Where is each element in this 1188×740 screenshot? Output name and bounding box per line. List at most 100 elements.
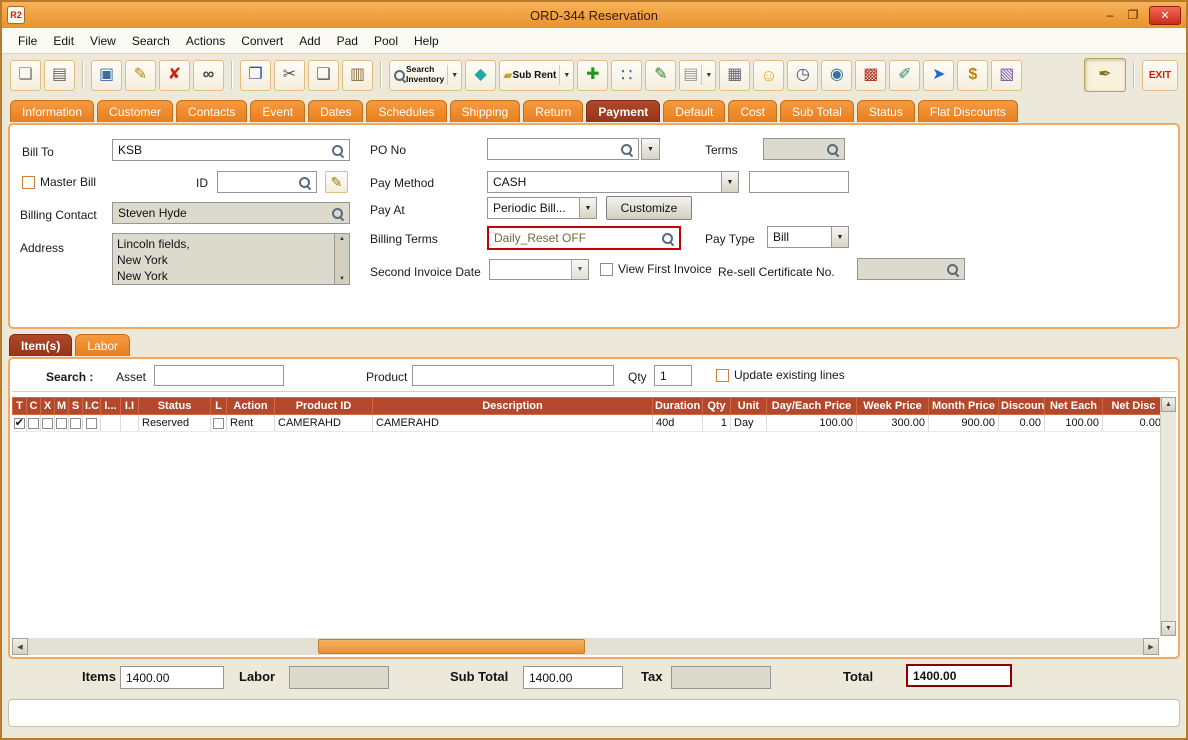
minimize-button[interactable]: – [1103,9,1117,21]
col-ic[interactable]: I.C [83,398,101,415]
shapes-button[interactable]: ◆ [465,60,496,91]
view-first-invoice-checkbox[interactable] [600,263,613,276]
search-inventory-button[interactable]: SearchInventory ▼ [389,60,462,91]
pay-type-dropdown-icon[interactable]: ▼ [831,227,848,247]
address-box[interactable]: Lincoln fields, New York New York ▲ ▼ [112,233,350,285]
col-l[interactable]: L [211,398,227,415]
cell-x[interactable] [41,415,55,432]
master-bill-checkbox[interactable] [22,176,35,189]
cell-day-each-price[interactable]: 100.00 [767,415,857,432]
address-scrollbar[interactable]: ▲ ▼ [334,234,349,284]
edit-id-button[interactable]: ✎ [325,171,348,193]
scroll-left-button[interactable]: ◀ [12,638,28,655]
cell-s[interactable] [69,415,83,432]
paste-button[interactable]: ▥ [342,60,373,91]
menu-item-help[interactable]: Help [406,30,447,52]
tab-cost[interactable]: Cost [728,100,777,122]
col-qty[interactable]: Qty [703,398,731,415]
row-c-checkbox[interactable] [28,418,39,429]
second-invoice-date-combo[interactable]: ▼ [489,259,589,280]
row-s-checkbox[interactable] [70,418,81,429]
transfer-button[interactable]: ❐ [240,60,271,91]
billing-contact-field[interactable]: Steven Hyde [112,202,350,224]
row-l-checkbox[interactable] [213,418,224,429]
pay-type-combo[interactable]: Bill ▼ [767,226,849,248]
cell-unit[interactable]: Day [731,415,767,432]
tab-default[interactable]: Default [663,100,725,122]
bill-to-search-icon[interactable] [331,144,344,157]
col-m[interactable]: M [55,398,69,415]
vertical-scrollbar[interactable]: ▲ ▼ [1160,397,1176,636]
tab-items[interactable]: Item(s) [9,334,72,356]
cell-l[interactable] [211,415,227,432]
fax-button[interactable]: ▦ [719,60,750,91]
horizontal-scrollbar[interactable]: ◀ ▶ [12,638,1159,655]
save-button[interactable]: ▣ [91,60,122,91]
po-no-dropdown-button[interactable]: ▼ [641,138,660,160]
scroll-up-icon[interactable]: ▲ [339,236,345,242]
col-discount[interactable]: Discount [999,398,1045,415]
id-search-icon[interactable] [298,176,311,189]
menu-item-pool[interactable]: Pool [366,30,406,52]
customize-button[interactable]: Customize [606,196,692,220]
pay-method-dropdown-icon[interactable]: ▼ [721,172,738,192]
resell-certificate-search-icon[interactable] [946,263,959,276]
pay-method-combo[interactable]: CASH ▼ [487,171,739,193]
table-row[interactable]: Reserved Rent CAMERAHD CAMERAHD 40d 1 Da… [13,415,1165,432]
smiley-button[interactable]: ☺ [753,60,784,91]
copy-button[interactable]: ❑ [308,60,339,91]
print-button[interactable]: ▤ [44,60,75,91]
sub-rent-dropdown-icon[interactable]: ▼ [559,65,570,85]
cell-c[interactable] [27,415,41,432]
paint-brush-button[interactable]: ✒ [1084,58,1126,92]
menu-item-search[interactable]: Search [124,30,178,52]
utilities-button[interactable]: ▩ [855,60,886,91]
sync-key-button[interactable]: ➤ [923,60,954,91]
cell-month-price[interactable]: 900.00 [929,415,999,432]
apps-button[interactable]: ▧ [991,60,1022,91]
tab-labor[interactable]: Labor [75,334,130,356]
cell-action[interactable]: Rent [227,415,275,432]
col-x[interactable]: X [41,398,55,415]
cell-net-disc[interactable]: 0.00 [1103,415,1165,432]
cell-product-id[interactable]: CAMERAHD [275,415,373,432]
scroll-right-button[interactable]: ▶ [1143,638,1159,655]
menu-item-convert[interactable]: Convert [233,30,291,52]
row-m-checkbox[interactable] [56,418,67,429]
scroll-down-icon[interactable]: ▼ [339,276,345,282]
edit-button[interactable]: ✎ [125,60,156,91]
schedule-button[interactable]: ◷ [787,60,818,91]
qty-input[interactable]: 1 [654,365,692,386]
terms-search-icon[interactable] [826,143,839,156]
menu-item-actions[interactable]: Actions [178,30,233,52]
menu-item-file[interactable]: File [10,30,45,52]
disc-button[interactable]: ◉ [821,60,852,91]
col-t[interactable]: T [13,398,27,415]
tab-information[interactable]: Information [10,100,94,122]
billing-contact-search-icon[interactable] [331,207,344,220]
col-c[interactable]: C [27,398,41,415]
maximize-button[interactable]: ❐ [1126,9,1140,21]
pay-method-reference-field[interactable] [749,171,849,193]
col-net-disc[interactable]: Net Disc [1103,398,1165,415]
col-action[interactable]: Action [227,398,275,415]
pads-button[interactable]: ▤▼ [679,60,716,91]
col-unit[interactable]: Unit [731,398,767,415]
search-inventory-dropdown-icon[interactable]: ▼ [447,65,458,85]
scrollbar-thumb[interactable] [318,639,586,654]
find-button[interactable]: ∞ [193,60,224,91]
col-ii[interactable]: I.I [121,398,139,415]
cell-qty[interactable]: 1 [703,415,731,432]
tab-return[interactable]: Return [523,100,583,122]
cell-description[interactable]: CAMERAHD [373,415,653,432]
finance-button[interactable]: $ [957,60,988,91]
sub-rent-button[interactable]: ▰ Sub Rent ▼ [499,60,574,91]
cell-status[interactable]: Reserved [139,415,211,432]
col-month-price[interactable]: Month Price [929,398,999,415]
close-button[interactable]: ✕ [1149,6,1181,25]
new-document-button[interactable]: ❏ [10,60,41,91]
cell-week-price[interactable]: 300.00 [857,415,929,432]
col-duration[interactable]: Duration [653,398,703,415]
tab-sub-total[interactable]: Sub Total [780,100,854,122]
tab-flat-discounts[interactable]: Flat Discounts [918,100,1018,122]
